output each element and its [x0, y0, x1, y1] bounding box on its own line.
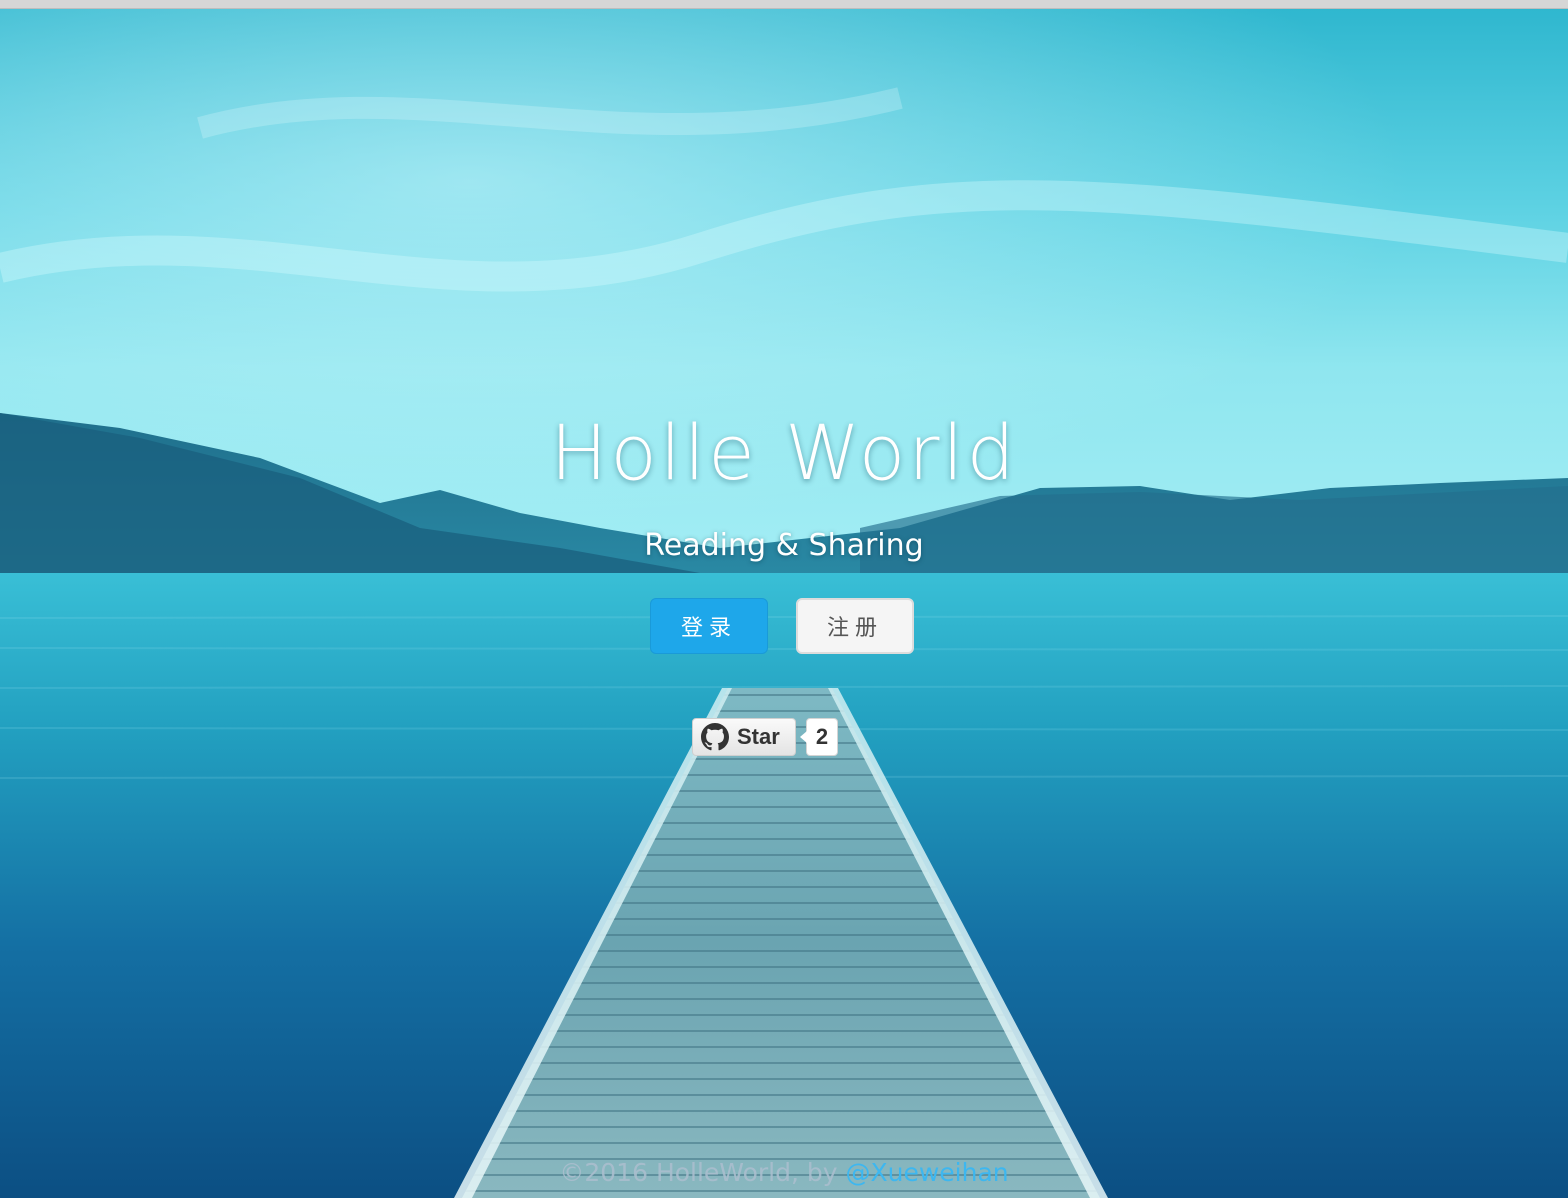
login-button[interactable]: 登录 — [650, 598, 768, 654]
author-link[interactable]: @Xueweihan — [845, 1158, 1008, 1187]
hero-section: Holle World Reading & Sharing 登录 注册 Star… — [0, 0, 1568, 1198]
github-star-label: Star — [737, 724, 780, 749]
window-top-bar — [0, 0, 1568, 9]
github-star-count[interactable]: 2 — [800, 718, 838, 756]
github-star-widget: Star 2 — [692, 718, 838, 756]
site-tagline: Reading & Sharing — [644, 528, 924, 563]
page-viewport: Holle World Reading & Sharing 登录 注册 Star… — [0, 0, 1568, 1198]
footer: ©2016 HolleWorld, by @Xueweihan — [0, 1158, 1568, 1187]
site-title: Holle World — [550, 408, 1018, 497]
github-star-button[interactable]: Star — [692, 718, 796, 756]
github-icon — [701, 723, 729, 751]
footer-copyright: ©2016 HolleWorld, by — [559, 1158, 846, 1187]
register-button[interactable]: 注册 — [796, 598, 914, 654]
